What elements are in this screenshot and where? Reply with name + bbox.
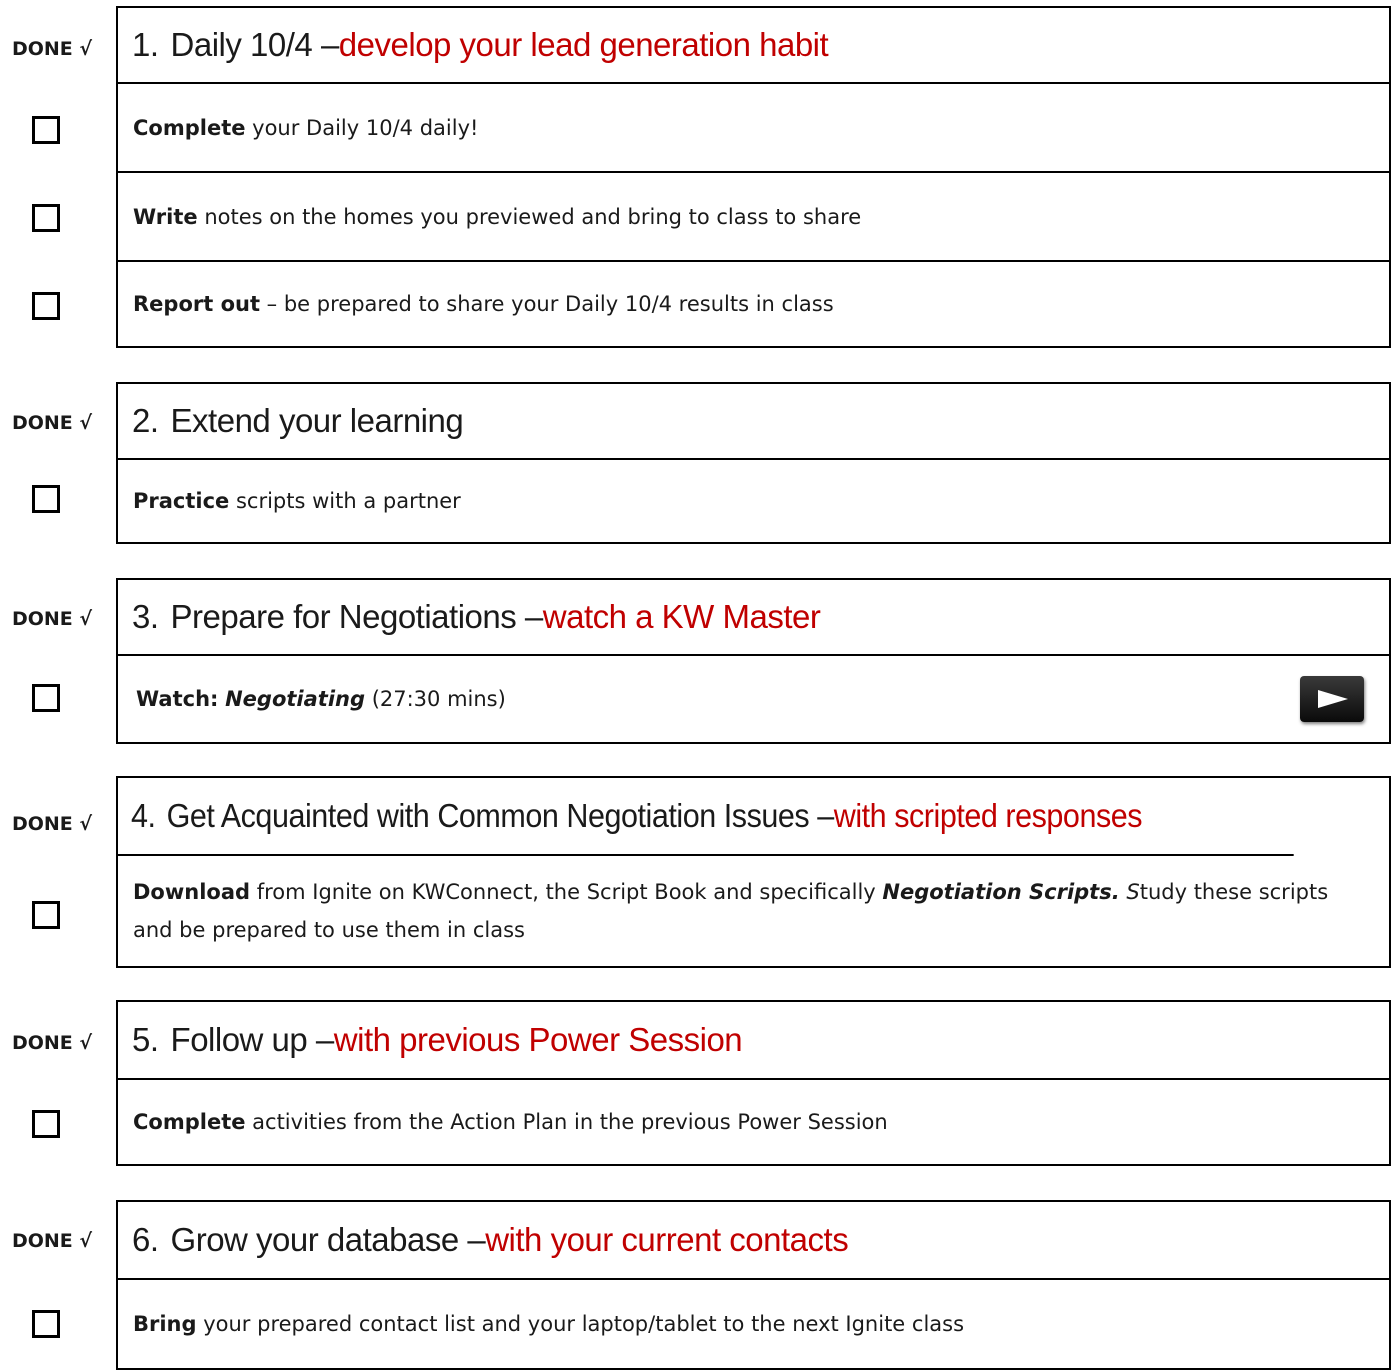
section-subtitle: with previous Power Session — [333, 1021, 743, 1058]
task-text: – be prepared to share your Daily 10/4 r… — [260, 292, 834, 316]
task-text: scripts with a partner — [229, 489, 461, 513]
section-number: 6. — [132, 1221, 159, 1258]
section-box: 6. Grow your database – with your curren… — [116, 1200, 1391, 1370]
task-text-italic: S — [1119, 880, 1140, 904]
section-heading: 1. Daily 10/4 – develop your lead genera… — [118, 8, 1389, 84]
task-verb: Download — [133, 880, 251, 904]
task-checkbox[interactable] — [32, 292, 60, 320]
task-row: Download from Ignite on KWConnect, the S… — [118, 856, 1389, 966]
section-number: 3. — [132, 598, 159, 635]
done-label: DONE √ — [11, 38, 93, 60]
video-title: Negotiating — [225, 687, 366, 711]
section-box: 4. Get Acquainted with Common Negotiatio… — [116, 776, 1391, 968]
task-verb: Watch: — [136, 687, 219, 711]
task-text: (27:30 mins) — [365, 687, 506, 711]
section-number: 4. — [130, 797, 156, 834]
done-label: DONE √ — [11, 1032, 93, 1054]
task-row: Report out – be prepared to share your D… — [118, 262, 1389, 346]
section-number: 5. — [132, 1021, 159, 1058]
play-video-icon[interactable] — [1300, 676, 1364, 722]
task-verb: Practice — [133, 489, 230, 513]
task-checkbox[interactable] — [32, 116, 60, 144]
task-row: Write notes on the homes you previewed a… — [118, 173, 1389, 262]
task-text: your prepared contact list and your lapt… — [196, 1312, 965, 1336]
task-text: activities from the Action Plan in the p… — [245, 1110, 888, 1134]
task-row: Practice scripts with a partner — [118, 460, 1389, 542]
task-row: Watch: Negotiating (27:30 mins) — [118, 656, 1389, 742]
section-heading: 4. Get Acquainted with Common Negotiatio… — [118, 778, 1294, 856]
section-box: 5. Follow up – with previous Power Sessi… — [116, 1000, 1391, 1166]
section-title: Daily 10/4 – — [170, 26, 340, 63]
section-box: 1. Daily 10/4 – develop your lead genera… — [116, 6, 1391, 348]
task-text: your Daily 10/4 daily! — [245, 115, 479, 140]
section-title: Extend your learning — [170, 402, 464, 439]
section-heading: 5. Follow up – with previous Power Sessi… — [118, 1002, 1389, 1080]
task-verb: Bring — [133, 1312, 197, 1336]
task-verb: Report out — [133, 292, 260, 316]
task-verb: Write — [133, 204, 198, 229]
section-box: 3. Prepare for Negotiations – watch a KW… — [116, 578, 1391, 744]
task-verb: Complete — [133, 115, 246, 140]
section-heading: 6. Grow your database – with your curren… — [118, 1202, 1389, 1280]
done-label: DONE √ — [11, 1230, 93, 1252]
section-title: Follow up – — [170, 1021, 335, 1058]
task-text: notes on the homes you previewed and bri… — [197, 204, 862, 229]
section-subtitle: with your current contacts — [485, 1221, 849, 1258]
section-subtitle: watch a KW Master — [542, 598, 821, 635]
task-checkbox[interactable] — [32, 204, 60, 232]
section-box: 2. Extend your learning Practice scripts… — [116, 382, 1391, 544]
done-label: DONE √ — [11, 813, 93, 835]
section-title: Grow your database – — [170, 1221, 486, 1258]
task-checkbox[interactable] — [32, 485, 60, 513]
task-checkbox[interactable] — [32, 1310, 60, 1338]
task-row: Bring your prepared contact list and you… — [118, 1280, 1389, 1368]
section-heading: 3. Prepare for Negotiations – watch a KW… — [118, 580, 1389, 656]
section-number: 2. — [132, 402, 159, 439]
task-row: Complete activities from the Action Plan… — [118, 1080, 1389, 1164]
task-text: from Ignite on KWConnect, the Script Boo… — [250, 880, 883, 904]
done-label: DONE √ — [11, 608, 93, 630]
task-row: Complete your Daily 10/4 daily! — [118, 84, 1389, 173]
section-subtitle: develop your lead generation habit — [338, 26, 829, 63]
script-title: Negotiation Scripts. — [882, 880, 1120, 904]
task-verb: Complete — [133, 1110, 246, 1134]
task-checkbox[interactable] — [32, 1110, 60, 1138]
task-checkbox[interactable] — [32, 684, 60, 712]
done-label: DONE √ — [11, 412, 93, 434]
section-heading: 2. Extend your learning — [118, 384, 1389, 460]
section-title: Prepare for Negotiations – — [170, 598, 544, 635]
task-checkbox[interactable] — [32, 901, 60, 929]
section-number: 1. — [132, 26, 159, 63]
section-subtitle: with scripted responses — [833, 797, 1143, 834]
section-title: Get Acquainted with Common Negotiation I… — [166, 797, 835, 834]
